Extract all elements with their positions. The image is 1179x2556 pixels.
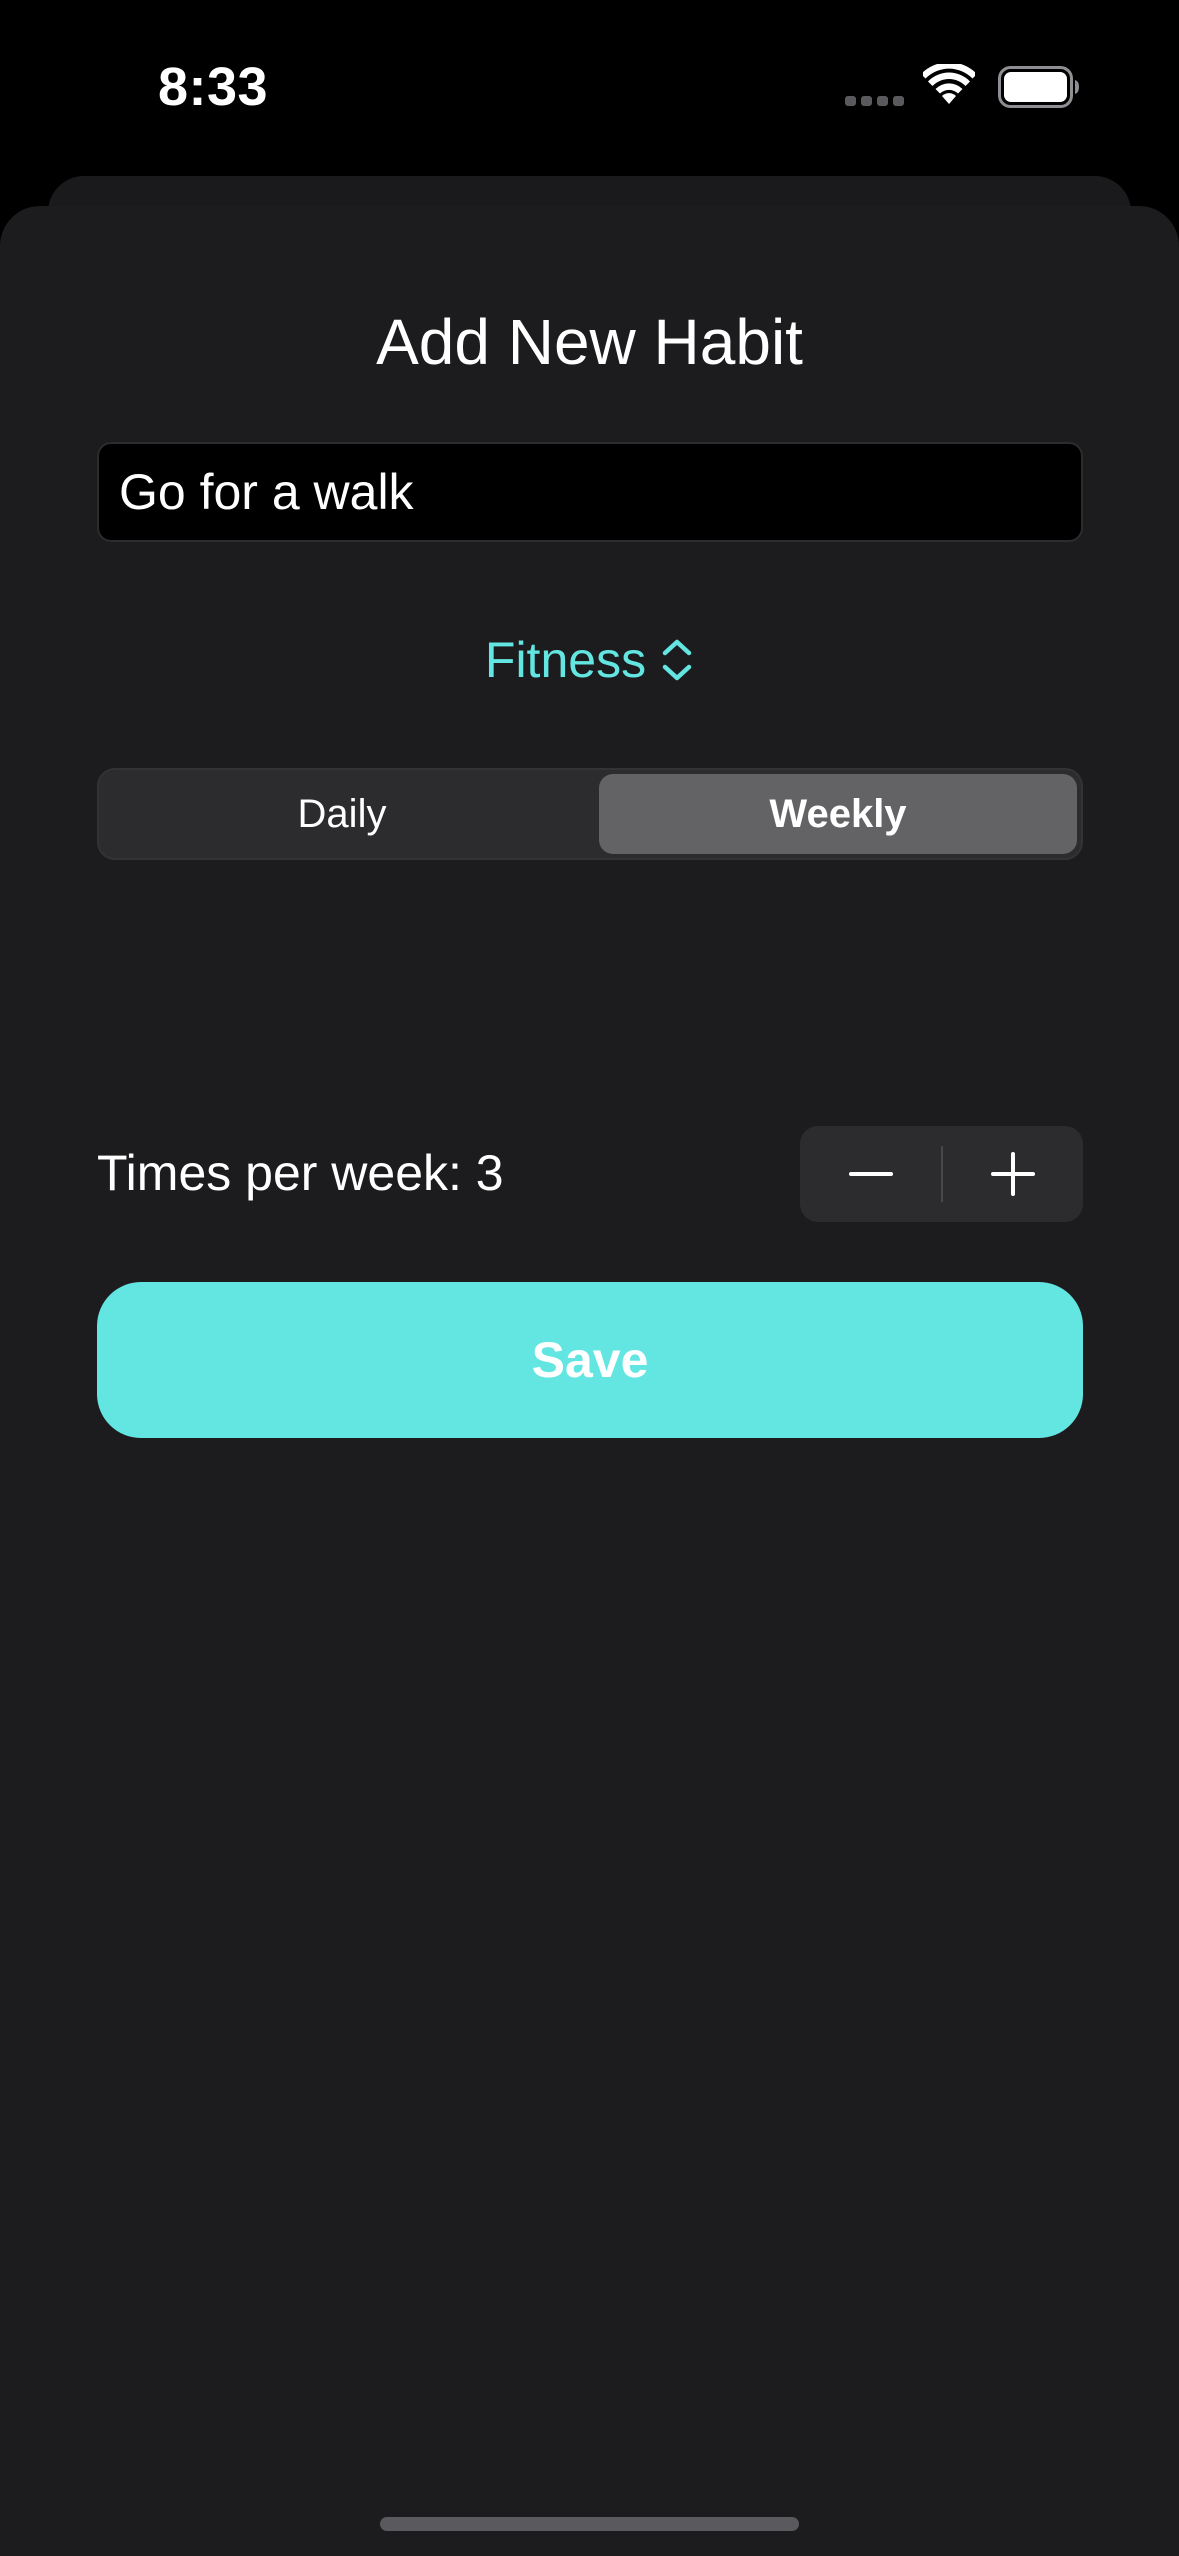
add-habit-sheet: Add New Habit Fitness Daily Weekly Times… xyxy=(0,206,1179,2556)
habit-name-input[interactable] xyxy=(97,442,1083,542)
minus-icon xyxy=(848,1172,893,1176)
home-indicator[interactable] xyxy=(380,2517,799,2531)
sheet-title: Add New Habit xyxy=(376,306,803,378)
wifi-icon xyxy=(923,64,975,104)
status-bar: 8:33 xyxy=(0,0,1179,175)
chevron-up-down-icon xyxy=(662,639,692,681)
cellular-signal-icon xyxy=(845,96,905,106)
category-picker[interactable]: Fitness xyxy=(0,620,1179,700)
save-button[interactable]: Save xyxy=(97,1282,1083,1438)
battery-icon xyxy=(998,66,1079,108)
times-per-week-stepper xyxy=(800,1126,1083,1222)
plus-icon xyxy=(990,1152,1035,1196)
stepper-increment-button[interactable] xyxy=(942,1126,1083,1222)
segment-daily[interactable]: Daily xyxy=(103,774,581,854)
times-per-week-label: Times per week: 3 xyxy=(97,1145,504,1201)
frequency-segmented-control: Daily Weekly xyxy=(97,768,1083,860)
screen: 8:33 Add New Habit Fitness xyxy=(0,0,1179,2556)
stepper-decrement-button[interactable] xyxy=(800,1126,941,1222)
category-picker-label: Fitness xyxy=(484,632,647,688)
status-time: 8:33 xyxy=(158,57,269,117)
segment-weekly[interactable]: Weekly xyxy=(599,774,1077,854)
